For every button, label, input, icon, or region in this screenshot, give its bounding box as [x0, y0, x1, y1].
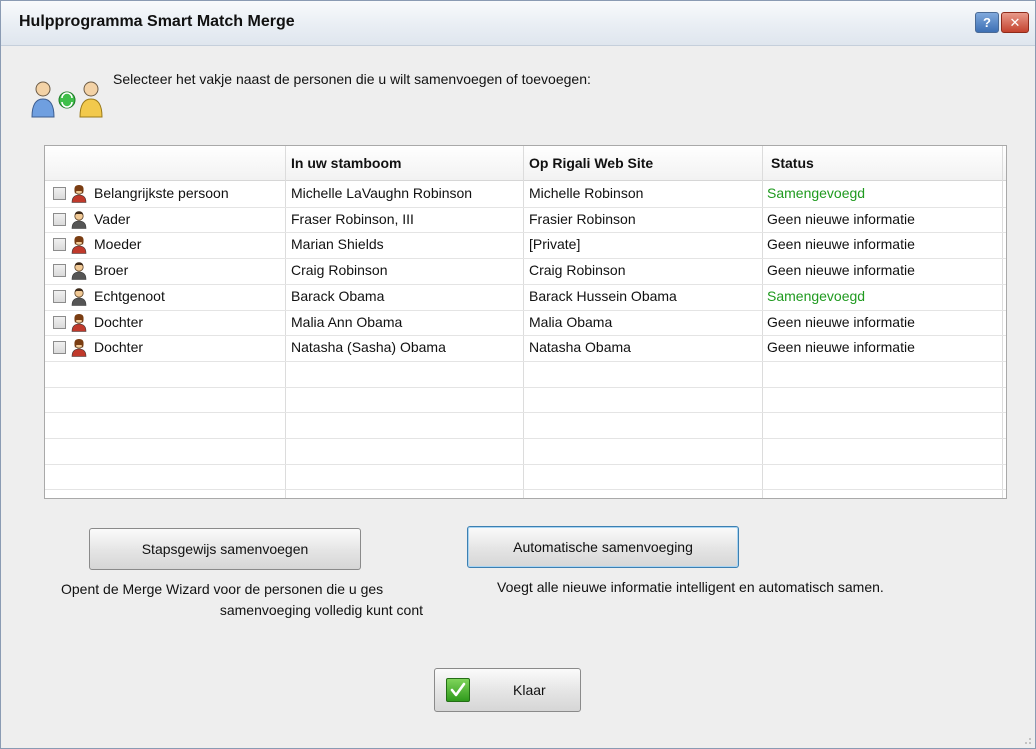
row-checkbox[interactable] [53, 238, 66, 252]
status-cell: Geen nieuwe informatie [767, 262, 915, 279]
status-cell: Geen nieuwe informatie [767, 210, 915, 227]
person-icon [71, 287, 87, 306]
tree-name-cell: Barack Obama [291, 287, 385, 304]
web-name-cell: Craig Robinson [529, 262, 626, 279]
status-cell: Geen nieuwe informatie [767, 339, 915, 356]
relation-cell: Echtgenoot [94, 287, 165, 304]
stepwise-merge-button[interactable]: Stapsgewijs samenvoegen [89, 528, 361, 570]
table-row[interactable]: Broer Craig Robinson Craig Robinson Geen ni… [45, 258, 1006, 283]
tree-name-cell: Michelle LaVaughn Robinson [291, 185, 473, 201]
web-name-cell: Natasha Obama [529, 339, 631, 356]
done-button[interactable]: Klaar [434, 668, 581, 712]
row-checkbox[interactable] [53, 212, 66, 226]
status-cell: Geen nieuwe informatie [767, 236, 915, 253]
column-header-tree[interactable]: In uw stamboom [291, 146, 401, 180]
row-checkbox[interactable] [53, 289, 66, 303]
web-name-cell: Michelle Robinson [529, 185, 644, 201]
web-name-cell: Frasier Robinson [529, 210, 636, 227]
person-icon [71, 339, 87, 357]
stepwise-description-line2: samenvoeging volledig kunt cont [219, 602, 423, 618]
table-row[interactable]: Vader Fraser Robinson, III Frasier Robinso… [45, 207, 1006, 232]
people-merge-icon [31, 81, 103, 118]
checkmark-icon [446, 678, 470, 702]
tree-name-cell: Natasha (Sasha) Obama [291, 339, 446, 356]
web-name-cell: Malia Obama [529, 313, 613, 330]
relation-cell: Dochter [94, 313, 144, 330]
table-row[interactable]: Moeder Marian Shields [Private] Geen nieuwe… [45, 232, 1006, 257]
person-icon [71, 313, 87, 332]
tree-name-cell: Craig Robinson [291, 262, 388, 279]
tree-name-cell: Malia Ann Obama [291, 313, 403, 330]
status-cell: Geen nieuwe informatie [767, 313, 915, 330]
done-button-label: Klaar [513, 682, 546, 698]
web-name-cell: Barack Hussein Obama [529, 287, 677, 304]
row-checkbox[interactable] [53, 341, 66, 355]
table-row[interactable]: Dochter Malia Ann Obama Malia Obama Geen ni… [45, 310, 1006, 335]
relation-cell: Moeder [94, 236, 142, 253]
automatic-merge-button[interactable]: Automatische samenvoeging [467, 526, 739, 568]
table-row[interactable]: Dochter Natasha (Sasha) Obama Natasha Obam… [45, 335, 1006, 360]
tree-name-cell: Marian Shields [291, 236, 384, 253]
help-button[interactable]: ? [975, 12, 999, 33]
column-header-web[interactable]: Op Rigali Web Site [529, 146, 653, 180]
person-icon [71, 262, 87, 280]
table-row[interactable]: Echtgenoot Barack Obama Barack Hussein Oba… [45, 284, 1006, 309]
instruction-text: Selecteer het vakje naast de personen di… [113, 71, 591, 87]
relation-cell: Dochter [94, 339, 144, 356]
title-bar[interactable]: Hulpprogramma Smart Match Merge ? ✕ [1, 1, 1035, 46]
window-title: Hulpprogramma Smart Match Merge [19, 13, 295, 30]
close-button[interactable]: ✕ [1001, 12, 1029, 33]
table-header: In uw stamboom Op Rigali Web Site Status [45, 146, 1006, 181]
resize-grip-icon[interactable] [1022, 735, 1032, 745]
row-checkbox[interactable] [53, 264, 66, 278]
automatic-description: Voegt alle nieuwe informatie intelligent… [497, 579, 884, 595]
tree-name-cell: Fraser Robinson, III [291, 210, 414, 227]
row-checkbox[interactable] [53, 315, 66, 329]
merge-dialog: Hulpprogramma Smart Match Merge ? ✕ Sele… [0, 0, 1036, 749]
stepwise-description-line1: Opent de Merge Wizard voor de personen d… [61, 581, 384, 597]
person-icon [71, 210, 87, 229]
person-icon [71, 236, 87, 255]
relation-cell: Broer [94, 262, 129, 279]
status-cell: Samengevoegd [767, 185, 866, 201]
person-table: In uw stamboom Op Rigali Web Site Status… [44, 145, 1007, 499]
relation-cell: Belangrijkste persoon [94, 185, 229, 201]
row-checkbox[interactable] [53, 187, 66, 200]
status-cell: Samengevoegd [767, 287, 866, 304]
stepwise-description: Opent de Merge Wizard voor de personen d… [61, 579, 423, 621]
table-row[interactable]: Belangrijkste persoon Michelle LaVaughn R… [45, 181, 1006, 206]
web-name-cell: [Private] [529, 236, 581, 253]
relation-cell: Vader [94, 210, 131, 227]
column-header-status[interactable]: Status [771, 146, 814, 180]
person-icon [71, 185, 87, 203]
